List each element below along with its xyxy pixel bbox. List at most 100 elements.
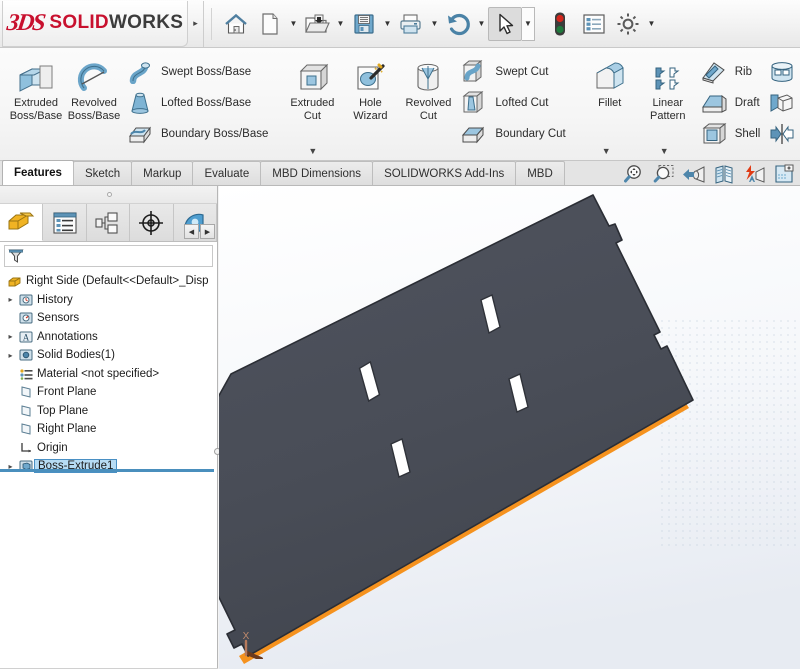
- tab-sketch-label: Sketch: [84, 167, 121, 180]
- undo-caret[interactable]: ▼: [475, 7, 488, 41]
- linear-pattern-label-2: Pattern: [650, 110, 686, 122]
- dimxpert-manager-tab[interactable]: [130, 204, 174, 241]
- boundary-cut-button[interactable]: Boundary Cut: [457, 120, 570, 148]
- model-canvas[interactable]: [219, 186, 800, 669]
- options-caret[interactable]: ▼: [645, 7, 658, 41]
- undo-button[interactable]: [441, 7, 475, 41]
- extruded-cut-button[interactable]: Extruded Cut: [283, 52, 341, 123]
- solidworks-logo[interactable]: 3DS SOLIDWORKS: [2, 0, 188, 47]
- fillet-button[interactable]: Fillet: [581, 52, 639, 110]
- revolved-cut-button[interactable]: Revolved Cut: [399, 52, 457, 123]
- file-properties-button[interactable]: [577, 7, 611, 41]
- swept-boss-base-button[interactable]: Swept Boss/Base: [123, 58, 273, 86]
- select-tool-button[interactable]: [488, 6, 522, 41]
- options-button[interactable]: [611, 7, 645, 41]
- tree-filter-bar[interactable]: [4, 245, 213, 267]
- linear-pattern-button[interactable]: Linear Pattern: [639, 52, 697, 123]
- menu-expand-arrow[interactable]: ▸: [188, 0, 204, 47]
- zoom-to-area-button[interactable]: [652, 163, 676, 185]
- open-document-button[interactable]: [300, 7, 334, 41]
- tree-item-sensors[interactable]: Sensors: [2, 309, 217, 328]
- revolved-boss-base-button[interactable]: Revolved Boss/Base: [65, 52, 123, 123]
- lofted-boss-base-button[interactable]: Lofted Boss/Base: [123, 89, 273, 117]
- tree-item-history[interactable]: ▸ History: [2, 291, 217, 310]
- panel-pin-dot[interactable]: [106, 192, 112, 197]
- boundary-boss-base-button[interactable]: Boundary Boss/Base: [123, 120, 273, 148]
- new-document-caret[interactable]: ▼: [287, 7, 300, 41]
- annotations-expand-toggle[interactable]: ▸: [4, 332, 17, 341]
- extruded-cut-icon: [295, 60, 329, 94]
- tab-mbd-dimensions[interactable]: MBD Dimensions: [260, 161, 374, 185]
- lofted-cut-button[interactable]: Lofted Cut: [457, 89, 570, 117]
- ribbon-group-features: Fillet Linear Pattern Rib Draft Shell ▼ …: [578, 48, 800, 160]
- wrap-button[interactable]: Wrap: [765, 58, 800, 86]
- tab-evaluate[interactable]: Evaluate: [192, 161, 262, 185]
- save-button[interactable]: [347, 7, 381, 41]
- tree-item-top-plane-label: Top Plane: [37, 404, 89, 417]
- tree-item-front-plane[interactable]: Front Plane: [2, 383, 217, 402]
- lofted-cut-label: Lofted Cut: [495, 97, 549, 109]
- tab-sketch[interactable]: Sketch: [72, 161, 133, 185]
- tree-item-boss-extrude1[interactable]: ▸ Boss-Extrude1: [2, 457, 217, 476]
- new-document-button[interactable]: [253, 7, 287, 41]
- tree-item-part[interactable]: Right Side (Default<<Default>_Disp: [2, 272, 217, 291]
- extruded-boss-icon: [16, 60, 56, 94]
- hole-wizard-button[interactable]: Hole Wizard: [341, 52, 399, 123]
- fillet-expand-caret[interactable]: ▼: [602, 146, 611, 156]
- tab-features[interactable]: Features: [2, 160, 74, 185]
- view-orientation-button[interactable]: [772, 163, 796, 185]
- print-button[interactable]: [394, 7, 428, 41]
- toolbar-divider: [211, 7, 212, 40]
- graphics-viewport[interactable]: X: [219, 186, 800, 669]
- rib-button[interactable]: Rib: [697, 58, 766, 86]
- draft-button[interactable]: Draft: [697, 89, 766, 117]
- intersect-button[interactable]: Intersect: [765, 89, 800, 117]
- tree-item-right-plane[interactable]: Right Plane: [2, 420, 217, 439]
- mirror-button[interactable]: Mirror: [765, 120, 800, 148]
- select-tool-caret[interactable]: ▼: [522, 6, 535, 41]
- tab-mbd[interactable]: MBD: [515, 161, 565, 185]
- previous-view-button[interactable]: [682, 163, 706, 185]
- tree-item-sensors-label: Sensors: [37, 312, 80, 325]
- history-expand-toggle[interactable]: ▸: [4, 295, 17, 304]
- ds-logo-mark: 3DS: [4, 9, 46, 36]
- hole-wizard-label-2: Wizard: [353, 110, 388, 122]
- tree-item-material[interactable]: Material <not specified>: [2, 365, 217, 384]
- origin-icon: [17, 441, 35, 455]
- section-view-button[interactable]: [712, 163, 736, 185]
- shell-button[interactable]: Shell: [697, 120, 766, 148]
- solid-bodies-expand-toggle[interactable]: ▸: [4, 351, 17, 360]
- linear-pattern-expand-caret[interactable]: ▼: [660, 146, 669, 156]
- zoom-to-fit-button[interactable]: [622, 163, 646, 185]
- lofted-cut-icon: [459, 90, 489, 116]
- extruded-boss-base-button[interactable]: Extruded Boss/Base: [7, 52, 65, 123]
- tab-scroll-right-button[interactable]: ▶: [200, 224, 215, 239]
- swept-cut-button[interactable]: Swept Cut: [457, 58, 570, 86]
- home-button[interactable]: [219, 7, 253, 41]
- zoom-to-area-icon: [653, 165, 674, 183]
- tree-item-top-plane[interactable]: Top Plane: [2, 402, 217, 421]
- draft-label: Draft: [734, 97, 760, 109]
- tab-markup-label: Markup: [143, 167, 182, 180]
- tab-markup[interactable]: Markup: [131, 161, 194, 185]
- feature-manager-tab[interactable]: [0, 204, 44, 241]
- tree-item-annotations[interactable]: ▸ A Annotations: [2, 328, 217, 347]
- configuration-manager-tab[interactable]: [87, 204, 131, 241]
- print-caret[interactable]: ▼: [428, 7, 441, 41]
- panel-collapse-bar[interactable]: [0, 186, 217, 204]
- brand-works-text: WORKS: [108, 12, 184, 33]
- quick-snaps-button[interactable]: [742, 163, 766, 185]
- tree-rollback-bar[interactable]: [0, 469, 214, 472]
- tree-item-origin[interactable]: Origin: [2, 439, 217, 458]
- cut-group-expand-caret[interactable]: ▼: [308, 146, 317, 156]
- rebuild-button[interactable]: [543, 7, 577, 41]
- tree-item-solid-bodies[interactable]: ▸ Solid Bodies(1): [2, 346, 217, 365]
- save-caret[interactable]: ▼: [381, 7, 394, 41]
- property-manager-tab[interactable]: [43, 204, 87, 241]
- tab-scroll-left-button[interactable]: ◀: [184, 224, 199, 239]
- tab-solidworks-addins[interactable]: SOLIDWORKS Add-Ins: [372, 161, 517, 185]
- configuration-manager-icon: [95, 211, 118, 234]
- open-document-caret[interactable]: ▼: [334, 7, 347, 41]
- tree-filter-input[interactable]: [27, 250, 212, 262]
- lofted-boss-label: Lofted Boss/Base: [161, 97, 252, 109]
